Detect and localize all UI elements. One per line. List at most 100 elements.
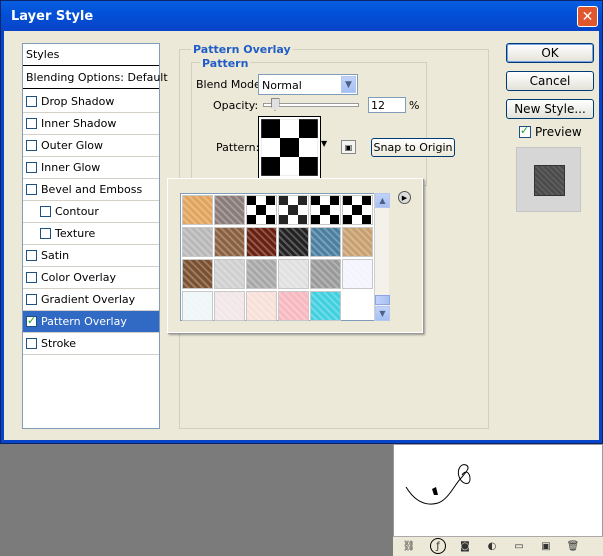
- style-texture[interactable]: Texture: [23, 223, 159, 245]
- outer-glow-checkbox[interactable]: [26, 140, 37, 151]
- pattern-tile-pink-card[interactable]: [214, 291, 245, 321]
- title-bar[interactable]: Layer Style ✕: [1, 1, 602, 31]
- new-style-button[interactable]: New Style...: [506, 99, 594, 119]
- pattern-picker: ▲ ▼ ▶: [167, 178, 423, 333]
- pattern-dropdown-arrow-icon[interactable]: ▼: [321, 139, 327, 148]
- pattern-tile-checker-gray[interactable]: [278, 195, 309, 225]
- blending-options[interactable]: Blending Options: Default: [23, 67, 168, 89]
- style-inner-glow[interactable]: Inner Glow: [23, 157, 159, 179]
- folder-icon[interactable]: ▭: [512, 540, 526, 552]
- scroll-thumb[interactable]: [375, 295, 390, 305]
- contour-checkbox[interactable]: [40, 206, 51, 217]
- pattern-tile-gray-gradient[interactable]: [214, 195, 245, 225]
- styles-list: Styles Blending Options: Default Drop Sh…: [22, 43, 168, 429]
- pattern-tile-black-marble[interactable]: [278, 227, 309, 257]
- bevel-emboss-checkbox[interactable]: [26, 184, 37, 195]
- pattern-tile-blue-strand[interactable]: [182, 291, 213, 321]
- new-layer-icon[interactable]: ▣: [539, 540, 553, 552]
- pattern-label: Pattern:: [216, 141, 260, 154]
- blend-mode-label: Blend Mode:: [196, 78, 265, 91]
- picker-menu-icon[interactable]: ▶: [398, 191, 411, 204]
- color-overlay-checkbox[interactable]: [26, 272, 37, 283]
- group-title: Pattern Overlay: [191, 43, 293, 56]
- style-color-overlay[interactable]: Color Overlay: [23, 267, 159, 289]
- pattern-tile-clouds[interactable]: [182, 227, 213, 257]
- style-label: Outer Glow: [41, 139, 104, 152]
- subgroup-title: Pattern: [200, 57, 251, 70]
- pattern-tile-cyan-blocks[interactable]: [310, 291, 341, 321]
- stroke-checkbox[interactable]: [26, 338, 37, 349]
- satin-checkbox[interactable]: [26, 250, 37, 261]
- gradient-overlay-checkbox[interactable]: [26, 294, 37, 305]
- link-icon[interactable]: ⛓: [402, 540, 416, 552]
- texture-checkbox[interactable]: [40, 228, 51, 239]
- opacity-label: Opacity:: [213, 99, 259, 112]
- preview-label: Preview: [535, 125, 582, 139]
- pattern-tile-brown[interactable]: [214, 227, 245, 257]
- style-label: Drop Shadow: [41, 95, 115, 108]
- drop-shadow-checkbox[interactable]: [26, 96, 37, 107]
- opacity-input[interactable]: 12: [368, 97, 406, 113]
- trash-icon[interactable]: 🗑: [566, 540, 580, 552]
- pattern-tile-checker[interactable]: [246, 195, 277, 225]
- cancel-button[interactable]: Cancel: [506, 71, 594, 91]
- scroll-up-icon[interactable]: ▲: [375, 193, 390, 208]
- style-stroke[interactable]: Stroke: [23, 333, 159, 355]
- pattern-tile-blue-dots[interactable]: [342, 259, 373, 289]
- adjustment-icon[interactable]: ◐: [485, 540, 499, 552]
- style-label: Contour: [55, 205, 99, 218]
- pattern-tile-ornate-gray[interactable]: [246, 259, 277, 289]
- blend-mode-select[interactable]: Normal ▼: [258, 74, 358, 95]
- inner-shadow-checkbox[interactable]: [26, 118, 37, 129]
- preview-toggle[interactable]: Preview: [519, 124, 582, 139]
- pattern-tile-wood-light[interactable]: [182, 195, 213, 225]
- window-title: Layer Style: [11, 9, 94, 24]
- pattern-tile-checker-row[interactable]: [342, 195, 373, 225]
- scroll-down-icon[interactable]: ▼: [375, 306, 390, 321]
- new-preset-icon[interactable]: ▣: [341, 140, 356, 154]
- pattern-tile-leaves[interactable]: [342, 227, 373, 257]
- fx-icon[interactable]: ƒ: [430, 538, 446, 554]
- preview-thumbnail: [534, 165, 565, 196]
- style-preview: [516, 147, 581, 212]
- chevron-down-icon[interactable]: ▼: [341, 76, 356, 93]
- mask-icon[interactable]: ◙: [458, 540, 472, 552]
- pattern-tile-ornate[interactable]: [214, 259, 245, 289]
- style-label: Bevel and Emboss: [41, 183, 143, 196]
- style-label: Stroke: [41, 337, 77, 350]
- pattern-tile-paper[interactable]: [278, 259, 309, 289]
- styles-header[interactable]: Styles: [23, 44, 159, 66]
- style-label: Gradient Overlay: [41, 293, 136, 306]
- style-inner-shadow[interactable]: Inner Shadow: [23, 113, 159, 135]
- pattern-tile-pink-ornament[interactable]: [246, 291, 277, 321]
- preview-checkbox[interactable]: [519, 124, 531, 138]
- style-contour[interactable]: Contour: [23, 201, 159, 223]
- pattern-swatch[interactable]: [258, 116, 321, 179]
- pattern-tile-pink-dots[interactable]: [278, 291, 309, 321]
- close-button[interactable]: ✕: [577, 6, 598, 27]
- style-label: Color Overlay: [41, 271, 116, 284]
- pattern-tile-metal[interactable]: [310, 259, 341, 289]
- layer-doodle: [405, 464, 471, 505]
- inner-glow-checkbox[interactable]: [26, 162, 37, 173]
- pattern-tile-checker[interactable]: [310, 195, 341, 225]
- style-outer-glow[interactable]: Outer Glow: [23, 135, 159, 157]
- style-label: Satin: [41, 249, 70, 262]
- pattern-overlay-checkbox[interactable]: [26, 314, 37, 327]
- pattern-tile-brown-bark[interactable]: [182, 259, 213, 289]
- style-pattern-overlay[interactable]: Pattern Overlay: [23, 311, 159, 333]
- style-bevel-emboss[interactable]: Bevel and Emboss: [23, 179, 159, 201]
- pattern-tile-rust[interactable]: [246, 227, 277, 257]
- layer-style-dialog: Layer Style ✕ Styles Blending Options: D…: [0, 0, 603, 444]
- style-drop-shadow[interactable]: Drop Shadow: [23, 91, 159, 113]
- blend-mode-value: Normal: [262, 79, 302, 92]
- pattern-tile-blue-swirl[interactable]: [310, 227, 341, 257]
- style-satin[interactable]: Satin: [23, 245, 159, 267]
- snap-to-origin-button[interactable]: Snap to Origin: [371, 138, 455, 157]
- pattern-grid: [180, 193, 388, 321]
- opacity-unit: %: [409, 99, 420, 112]
- style-gradient-overlay[interactable]: Gradient Overlay: [23, 289, 159, 311]
- pattern-scrollbar[interactable]: ▲ ▼: [374, 193, 390, 321]
- style-label: Texture: [55, 227, 96, 240]
- ok-button[interactable]: OK: [506, 43, 594, 63]
